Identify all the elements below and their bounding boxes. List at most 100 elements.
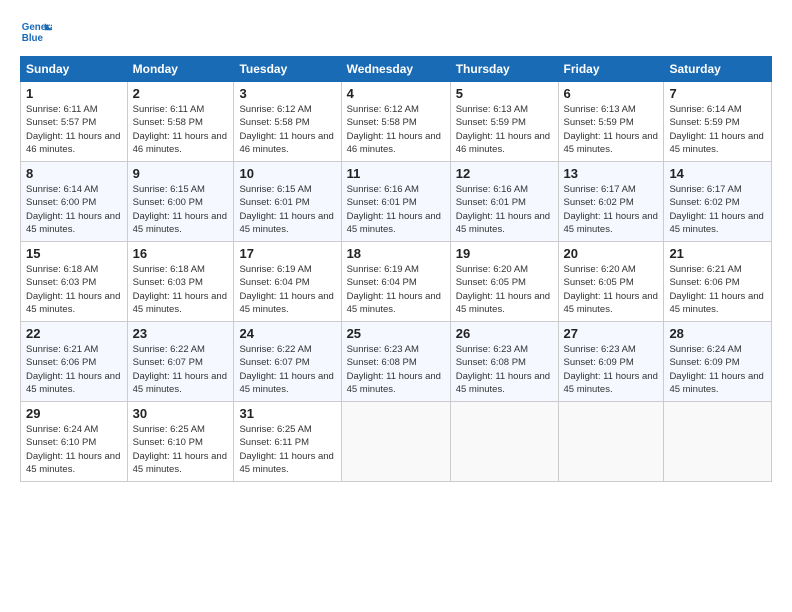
day-info: Sunrise: 6:23 AMSunset: 6:08 PMDaylight:…	[347, 343, 445, 396]
calendar-cell	[341, 402, 450, 482]
day-of-week-header: Thursday	[450, 57, 558, 82]
day-info: Sunrise: 6:20 AMSunset: 6:05 PMDaylight:…	[456, 263, 553, 316]
day-info: Sunrise: 6:12 AMSunset: 5:58 PMDaylight:…	[239, 103, 335, 156]
day-info: Sunrise: 6:14 AMSunset: 5:59 PMDaylight:…	[669, 103, 766, 156]
day-info: Sunrise: 6:25 AMSunset: 6:11 PMDaylight:…	[239, 423, 335, 476]
day-number: 11	[347, 166, 445, 181]
day-number: 28	[669, 326, 766, 341]
calendar-cell: 28 Sunrise: 6:24 AMSunset: 6:09 PMDayligh…	[664, 322, 772, 402]
calendar-cell: 5Sunrise: 6:13 AMSunset: 5:59 PMDaylight…	[450, 82, 558, 162]
day-number: 26	[456, 326, 553, 341]
day-of-week-header: Tuesday	[234, 57, 341, 82]
calendar-cell: 7 Sunrise: 6:14 AMSunset: 5:59 PMDaylight…	[664, 82, 772, 162]
calendar-cell: 24 Sunrise: 6:22 AMSunset: 6:07 PMDayligh…	[234, 322, 341, 402]
calendar-cell: 1 Sunrise: 6:11 AMSunset: 5:57 PMDaylight…	[21, 82, 128, 162]
day-info: Sunrise: 6:22 AMSunset: 6:07 PMDaylight:…	[133, 343, 229, 396]
calendar-cell: 12 Sunrise: 6:16 AMSunset: 6:01 PMDayligh…	[450, 162, 558, 242]
calendar-cell: 16Sunrise: 6:18 AMSunset: 6:03 PMDayligh…	[127, 242, 234, 322]
day-number: 1	[26, 86, 122, 101]
calendar-week-row: 1 Sunrise: 6:11 AMSunset: 5:57 PMDaylight…	[21, 82, 772, 162]
calendar-cell: 29Sunrise: 6:24 AMSunset: 6:10 PMDayligh…	[21, 402, 128, 482]
day-number: 12	[456, 166, 553, 181]
day-info: Sunrise: 6:21 AMSunset: 6:06 PMDaylight:…	[26, 343, 122, 396]
day-number: 31	[239, 406, 335, 421]
calendar-cell: 9 Sunrise: 6:15 AMSunset: 6:00 PMDaylight…	[127, 162, 234, 242]
day-number: 4	[347, 86, 445, 101]
day-info: Sunrise: 6:24 AMSunset: 6:09 PMDaylight:…	[669, 343, 766, 396]
calendar-week-row: 22 Sunrise: 6:21 AMSunset: 6:06 PMDayligh…	[21, 322, 772, 402]
day-info: Sunrise: 6:15 AMSunset: 6:01 PMDaylight:…	[239, 183, 335, 236]
calendar-cell: 2 Sunrise: 6:11 AMSunset: 5:58 PMDaylight…	[127, 82, 234, 162]
logo-icon: General Blue	[20, 16, 52, 48]
calendar-cell: 4Sunrise: 6:12 AMSunset: 5:58 PMDaylight…	[341, 82, 450, 162]
day-info: Sunrise: 6:14 AMSunset: 6:00 PMDaylight:…	[26, 183, 122, 236]
calendar-cell: 13 Sunrise: 6:17 AMSunset: 6:02 PMDayligh…	[558, 162, 664, 242]
calendar-header-row: SundayMondayTuesdayWednesdayThursdayFrid…	[21, 57, 772, 82]
calendar-cell	[558, 402, 664, 482]
calendar-cell: 19 Sunrise: 6:20 AMSunset: 6:05 PMDayligh…	[450, 242, 558, 322]
day-info: Sunrise: 6:17 AMSunset: 6:02 PMDaylight:…	[564, 183, 659, 236]
day-number: 14	[669, 166, 766, 181]
day-info: Sunrise: 6:20 AMSunset: 6:05 PMDaylight:…	[564, 263, 659, 316]
calendar-cell: 20 Sunrise: 6:20 AMSunset: 6:05 PMDayligh…	[558, 242, 664, 322]
day-info: Sunrise: 6:11 AMSunset: 5:57 PMDaylight:…	[26, 103, 122, 156]
calendar-cell: 10Sunrise: 6:15 AMSunset: 6:01 PMDayligh…	[234, 162, 341, 242]
calendar-cell: 23 Sunrise: 6:22 AMSunset: 6:07 PMDayligh…	[127, 322, 234, 402]
day-info: Sunrise: 6:21 AMSunset: 6:06 PMDaylight:…	[669, 263, 766, 316]
calendar-cell: 6Sunrise: 6:13 AMSunset: 5:59 PMDaylight…	[558, 82, 664, 162]
calendar-cell: 14 Sunrise: 6:17 AMSunset: 6:02 PMDayligh…	[664, 162, 772, 242]
calendar-cell: 31 Sunrise: 6:25 AMSunset: 6:11 PMDayligh…	[234, 402, 341, 482]
day-info: Sunrise: 6:19 AMSunset: 6:04 PMDaylight:…	[239, 263, 335, 316]
calendar-cell: 17Sunrise: 6:19 AMSunset: 6:04 PMDayligh…	[234, 242, 341, 322]
day-number: 2	[133, 86, 229, 101]
day-info: Sunrise: 6:17 AMSunset: 6:02 PMDaylight:…	[669, 183, 766, 236]
calendar-week-row: 15 Sunrise: 6:18 AMSunset: 6:03 PMDayligh…	[21, 242, 772, 322]
day-number: 20	[564, 246, 659, 261]
calendar-week-row: 8 Sunrise: 6:14 AMSunset: 6:00 PMDaylight…	[21, 162, 772, 242]
day-number: 24	[239, 326, 335, 341]
day-number: 9	[133, 166, 229, 181]
day-number: 21	[669, 246, 766, 261]
day-number: 23	[133, 326, 229, 341]
day-info: Sunrise: 6:19 AMSunset: 6:04 PMDaylight:…	[347, 263, 445, 316]
calendar-cell: 15 Sunrise: 6:18 AMSunset: 6:03 PMDayligh…	[21, 242, 128, 322]
calendar-week-row: 29Sunrise: 6:24 AMSunset: 6:10 PMDayligh…	[21, 402, 772, 482]
calendar-cell	[664, 402, 772, 482]
day-number: 19	[456, 246, 553, 261]
day-info: Sunrise: 6:11 AMSunset: 5:58 PMDaylight:…	[133, 103, 229, 156]
day-of-week-header: Monday	[127, 57, 234, 82]
day-info: Sunrise: 6:25 AMSunset: 6:10 PMDaylight:…	[133, 423, 229, 476]
day-of-week-header: Wednesday	[341, 57, 450, 82]
day-number: 8	[26, 166, 122, 181]
day-number: 27	[564, 326, 659, 341]
calendar-cell: 11 Sunrise: 6:16 AMSunset: 6:01 PMDayligh…	[341, 162, 450, 242]
day-number: 15	[26, 246, 122, 261]
calendar-cell: 3 Sunrise: 6:12 AMSunset: 5:58 PMDaylight…	[234, 82, 341, 162]
calendar-cell: 18 Sunrise: 6:19 AMSunset: 6:04 PMDayligh…	[341, 242, 450, 322]
svg-text:Blue: Blue	[22, 33, 44, 44]
calendar-cell: 8 Sunrise: 6:14 AMSunset: 6:00 PMDaylight…	[21, 162, 128, 242]
day-number: 13	[564, 166, 659, 181]
day-info: Sunrise: 6:24 AMSunset: 6:10 PMDaylight:…	[26, 423, 122, 476]
day-number: 6	[564, 86, 659, 101]
day-of-week-header: Saturday	[664, 57, 772, 82]
calendar-table: SundayMondayTuesdayWednesdayThursdayFrid…	[20, 56, 772, 482]
day-info: Sunrise: 6:23 AMSunset: 6:08 PMDaylight:…	[456, 343, 553, 396]
day-info: Sunrise: 6:18 AMSunset: 6:03 PMDaylight:…	[26, 263, 122, 316]
day-number: 22	[26, 326, 122, 341]
day-number: 3	[239, 86, 335, 101]
day-info: Sunrise: 6:13 AMSunset: 5:59 PMDaylight:…	[456, 103, 553, 156]
calendar-cell: 25 Sunrise: 6:23 AMSunset: 6:08 PMDayligh…	[341, 322, 450, 402]
day-of-week-header: Sunday	[21, 57, 128, 82]
page: General Blue SundayMondayTuesdayWednesda…	[0, 0, 792, 612]
calendar-cell: 21 Sunrise: 6:21 AMSunset: 6:06 PMDayligh…	[664, 242, 772, 322]
calendar-cell: 26 Sunrise: 6:23 AMSunset: 6:08 PMDayligh…	[450, 322, 558, 402]
day-info: Sunrise: 6:22 AMSunset: 6:07 PMDaylight:…	[239, 343, 335, 396]
day-number: 18	[347, 246, 445, 261]
day-number: 25	[347, 326, 445, 341]
day-info: Sunrise: 6:16 AMSunset: 6:01 PMDaylight:…	[456, 183, 553, 236]
day-info: Sunrise: 6:16 AMSunset: 6:01 PMDaylight:…	[347, 183, 445, 236]
day-info: Sunrise: 6:15 AMSunset: 6:00 PMDaylight:…	[133, 183, 229, 236]
day-info: Sunrise: 6:23 AMSunset: 6:09 PMDaylight:…	[564, 343, 659, 396]
day-number: 7	[669, 86, 766, 101]
